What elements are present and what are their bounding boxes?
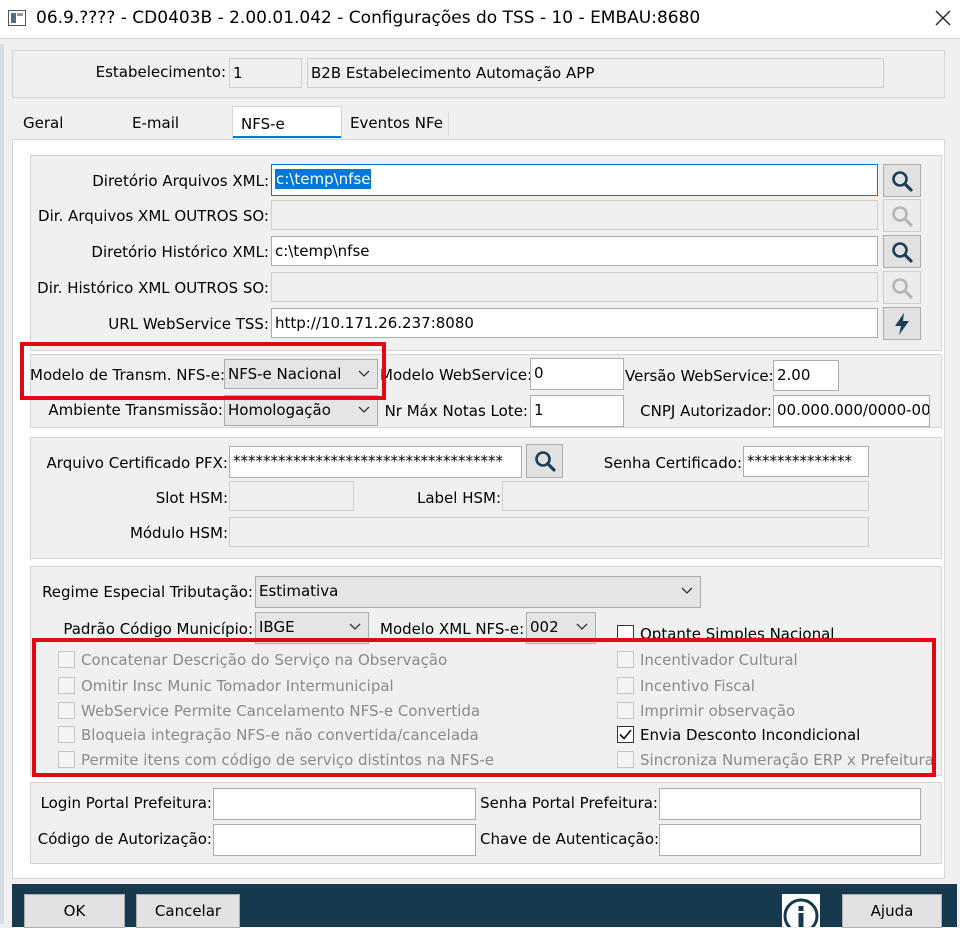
slot-hsm-field[interactable] bbox=[229, 481, 354, 511]
browse-dir-xml-outros-button[interactable] bbox=[883, 199, 921, 232]
ambiente-label: Ambiente Transmissão: bbox=[48, 401, 223, 419]
chave-autenticacao-label: Chave de Autenticação: bbox=[480, 830, 660, 848]
modulo-hsm-label: Módulo HSM: bbox=[129, 524, 228, 542]
lightning-icon bbox=[895, 312, 909, 335]
chave-autenticacao-field[interactable] bbox=[659, 824, 921, 856]
dir-hist-outros-label: Dir. Histórico XML OUTROS SO: bbox=[37, 279, 269, 297]
checkmark-icon bbox=[619, 729, 632, 740]
sincroniza-numeracao-checkbox[interactable]: Sincroniza Numeração ERP x Prefeitura bbox=[617, 750, 934, 770]
imprimir-observacao-checkbox[interactable]: Imprimir observação bbox=[617, 701, 917, 721]
chevron-down-icon bbox=[576, 623, 588, 630]
chevron-down-icon bbox=[358, 370, 370, 377]
incentivo-fiscal-checkbox[interactable]: Incentivo Fiscal bbox=[617, 676, 917, 696]
chevron-down-icon bbox=[349, 623, 361, 630]
modulo-hsm-field[interactable] bbox=[229, 517, 869, 547]
estabelecimento-code-field[interactable]: 1 bbox=[229, 58, 302, 88]
senha-cert-field[interactable]: ************** bbox=[743, 446, 869, 477]
senha-portal-label: Senha Portal Prefeitura: bbox=[480, 794, 658, 812]
modelo-ws-label: Modelo WebService: bbox=[380, 366, 533, 384]
ajuda-button[interactable]: Ajuda bbox=[842, 894, 942, 928]
ok-button[interactable]: OK bbox=[24, 894, 125, 928]
info-icon[interactable] bbox=[782, 894, 820, 927]
dir-xml-outros-label: Dir. Arquivos XML OUTROS SO: bbox=[38, 207, 269, 225]
arquivo-cert-field[interactable]: ************************************ bbox=[229, 446, 522, 478]
modelo-xml-label: Modelo XML NFS-e: bbox=[380, 620, 525, 638]
chevron-down-icon bbox=[681, 587, 693, 594]
modelo-transm-label: Modelo de Transm. NFS-e: bbox=[30, 366, 226, 384]
senha-cert-label: Senha Certificado: bbox=[603, 454, 742, 472]
search-icon bbox=[892, 205, 913, 227]
cnpj-label: CNPJ Autorizador: bbox=[640, 402, 772, 420]
dir-xml-label: Diretório Arquivos XML: bbox=[92, 172, 269, 190]
browse-dir-xml-button[interactable] bbox=[883, 164, 921, 197]
versao-ws-label: Versão WebService: bbox=[625, 367, 774, 385]
dir-xml-field[interactable]: c:\temp\nfse bbox=[271, 164, 878, 196]
search-icon bbox=[892, 170, 913, 192]
tab-eventos-nfe[interactable]: Eventos NFe bbox=[344, 110, 452, 138]
chevron-down-icon bbox=[358, 406, 370, 413]
modelo-ws-field[interactable]: 0 bbox=[530, 358, 624, 390]
cnpj-field[interactable]: 00.000.000/0000-00 bbox=[773, 395, 930, 427]
tab-email[interactable]: E-mail bbox=[122, 110, 222, 138]
senha-portal-field[interactable] bbox=[659, 788, 921, 820]
slot-hsm-label: Slot HSM: bbox=[155, 489, 228, 507]
estabelecimento-name-field[interactable]: B2B Estabelecimento Automação APP bbox=[307, 58, 884, 88]
browse-cert-button[interactable] bbox=[526, 444, 563, 478]
dir-hist-label: Diretório Histórico XML: bbox=[91, 243, 269, 261]
nr-max-field[interactable]: 1 bbox=[530, 395, 624, 427]
padrao-label: Padrão Código Município: bbox=[63, 620, 253, 638]
label-hsm-label: Label HSM: bbox=[416, 489, 501, 507]
permite-itens-checkbox[interactable]: Permite itens com código de serviço dist… bbox=[58, 750, 498, 770]
dir-hist-outros-field[interactable] bbox=[271, 272, 878, 302]
browse-dir-hist-outros-button[interactable] bbox=[883, 271, 921, 304]
search-icon bbox=[892, 277, 913, 299]
url-label: URL WebService TSS: bbox=[108, 315, 269, 333]
envia-desconto-checkbox[interactable]: Envia Desconto Incondicional bbox=[617, 725, 917, 745]
tab-nfse[interactable]: NFS-e bbox=[232, 106, 342, 140]
dir-xml-outros-field[interactable] bbox=[271, 200, 878, 230]
arquivo-cert-label: Arquivo Certificado PFX: bbox=[46, 454, 228, 472]
browse-dir-hist-button[interactable] bbox=[883, 235, 921, 268]
regime-select[interactable]: Estimativa bbox=[255, 576, 701, 608]
codigo-autorizacao-field[interactable] bbox=[213, 824, 476, 856]
login-portal-field[interactable] bbox=[213, 788, 476, 820]
dir-hist-field[interactable]: c:\temp\nfse bbox=[271, 236, 878, 266]
incentivador-cultural-checkbox[interactable]: Incentivador Cultural bbox=[617, 650, 917, 670]
nr-max-label: Nr Máx Notas Lote: bbox=[384, 402, 528, 420]
ws-cancelamento-checkbox[interactable]: WebService Permite Cancelamento NFS-e Co… bbox=[58, 701, 480, 721]
ambiente-select[interactable]: Homologação bbox=[224, 395, 378, 426]
padrao-select[interactable]: IBGE bbox=[255, 612, 369, 644]
app-icon bbox=[8, 10, 26, 26]
login-portal-label: Login Portal Prefeitura: bbox=[40, 794, 212, 812]
url-field[interactable]: http://10.171.26.237:8080 bbox=[271, 308, 878, 338]
test-url-button[interactable] bbox=[883, 307, 921, 340]
regime-label: Regime Especial Tributação: bbox=[42, 583, 253, 601]
tab-geral[interactable]: Geral bbox=[14, 110, 114, 138]
modelo-xml-select[interactable]: 002 bbox=[526, 612, 596, 644]
close-icon[interactable] bbox=[930, 4, 956, 32]
modelo-transm-select[interactable]: NFS-e Nacional bbox=[224, 359, 378, 389]
search-icon bbox=[892, 241, 913, 263]
cancelar-button[interactable]: Cancelar bbox=[136, 894, 240, 928]
bloqueia-integracao-checkbox[interactable]: Bloqueia integração NFS-e não convertida… bbox=[58, 725, 479, 745]
versao-ws-field[interactable]: 2.00 bbox=[773, 360, 839, 391]
search-icon bbox=[534, 451, 556, 472]
title-bar: 06.9.???? - CD0403B - 2.00.01.042 - Conf… bbox=[0, 0, 960, 38]
omitir-insc-checkbox[interactable]: Omitir Insc Munic Tomador Intermunicipal bbox=[58, 676, 478, 696]
concatenar-descricao-checkbox[interactable]: Concatenar Descrição do Serviço na Obser… bbox=[58, 650, 478, 670]
optante-simples-checkbox[interactable]: Optante Simples Nacional bbox=[617, 624, 857, 640]
estabelecimento-label: Estabelecimento: bbox=[95, 63, 226, 81]
window-title: 06.9.???? - CD0403B - 2.00.01.042 - Conf… bbox=[36, 8, 701, 28]
label-hsm-field[interactable] bbox=[502, 481, 869, 511]
codigo-autorizacao-label: Código de Autorização: bbox=[37, 830, 212, 848]
